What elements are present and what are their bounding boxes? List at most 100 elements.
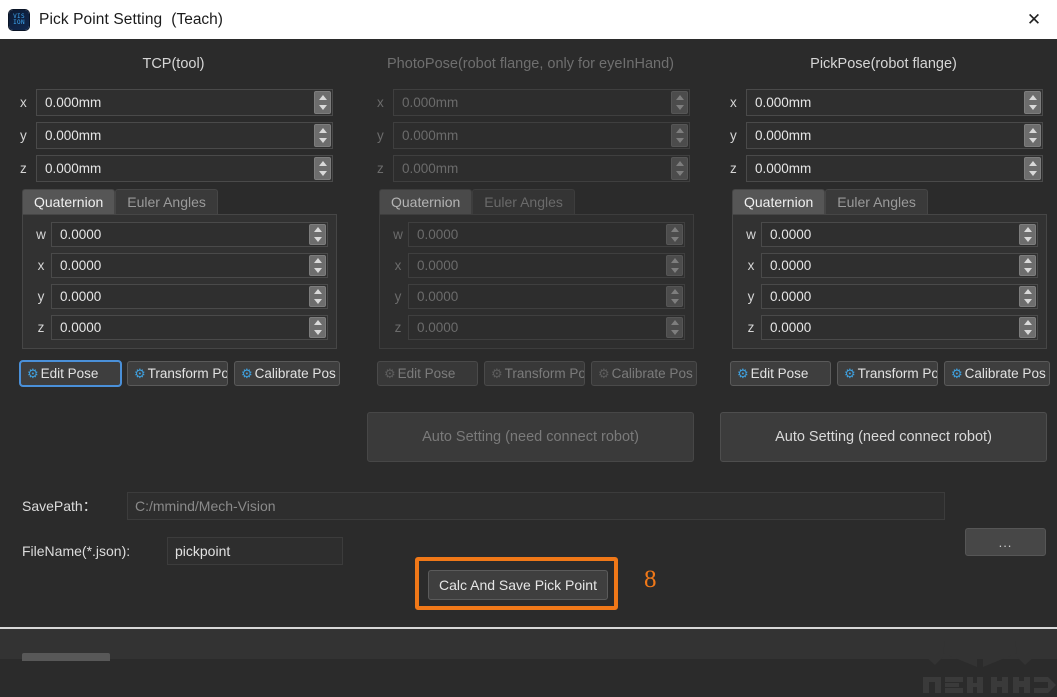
pickpose-auto-setting-button[interactable]: Auto Setting (need connect robot) — [720, 412, 1047, 462]
tcp-transform-pose-button[interactable]: ⚙ Transform Pos — [127, 361, 228, 386]
stepper-down-icon[interactable] — [1020, 328, 1035, 338]
titlebar: VIS ION Pick Point Setting (Teach) ✕ — [0, 0, 1057, 39]
stepper-down-icon[interactable] — [1025, 136, 1040, 147]
stepper-down-icon[interactable] — [315, 103, 330, 114]
stepper-down-icon[interactable] — [1020, 235, 1035, 245]
tcp-q-z-input[interactable]: 0.0000 — [51, 315, 328, 340]
pickpose-calibrate-pose-button[interactable]: ⚙ Calibrate Pos — [944, 361, 1050, 386]
savepath-input[interactable]: C:/mmind/Mech-Vision — [127, 492, 945, 520]
stepper-down-icon[interactable] — [1025, 103, 1040, 114]
stepper-down-icon[interactable] — [315, 136, 330, 147]
tcp-q-w-value: 0.0000 — [52, 227, 101, 242]
stepper-down-icon[interactable] — [310, 328, 325, 338]
photopose-q-w-row: w 0.0000 — [388, 222, 685, 247]
stepper-down-icon[interactable] — [310, 266, 325, 276]
stepper-up-icon[interactable] — [1025, 92, 1040, 103]
pickpose-q-x-label: x — [741, 258, 761, 273]
pickpose-y-label: y — [730, 128, 746, 143]
pickpose-q-y-stepper[interactable] — [1019, 286, 1036, 307]
pickpose-x-input[interactable]: 0.000mm — [746, 89, 1043, 116]
pickpose-q-w-input[interactable]: 0.0000 — [761, 222, 1038, 247]
stepper-down-icon[interactable] — [1020, 297, 1035, 307]
pickpose-q-x-stepper[interactable] — [1019, 255, 1036, 276]
stepper-up-icon[interactable] — [310, 256, 325, 266]
stepper-up-icon[interactable] — [1020, 256, 1035, 266]
stepper-up-icon[interactable] — [1025, 158, 1040, 169]
pickpose-q-z-value: 0.0000 — [762, 320, 811, 335]
close-icon[interactable]: ✕ — [1011, 0, 1057, 39]
stepper-down-icon[interactable] — [310, 297, 325, 307]
tcp-y-input[interactable]: 0.000mm — [36, 122, 333, 149]
tcp-x-value: 0.000mm — [37, 95, 101, 110]
pickpose-q-y-label: y — [741, 289, 761, 304]
photopose-q-y-label: y — [388, 289, 408, 304]
photopose-y-stepper — [671, 124, 688, 147]
pickpose-z-input[interactable]: 0.000mm — [746, 155, 1043, 182]
stepper-up-icon — [667, 318, 682, 328]
tcp-q-w-input[interactable]: 0.0000 — [51, 222, 328, 247]
stepper-up-icon[interactable] — [310, 225, 325, 235]
tcp-z-input[interactable]: 0.000mm — [36, 155, 333, 182]
tcp-q-y-stepper[interactable] — [309, 286, 326, 307]
tcp-q-y-row: y 0.0000 — [31, 284, 328, 309]
stepper-up-icon[interactable] — [1020, 318, 1035, 328]
tcp-q-w-label: w — [31, 227, 51, 242]
tcp-q-z-stepper[interactable] — [309, 317, 326, 338]
photopose-calibrate-pose-button: ⚙ Calibrate Pos — [591, 361, 697, 386]
window-title: Pick Point Setting — [39, 11, 162, 29]
tab-quaternion[interactable]: Quaternion — [22, 189, 115, 214]
tab-euler-angles[interactable]: Euler Angles — [825, 189, 928, 214]
pickpose-y-input[interactable]: 0.000mm — [746, 122, 1043, 149]
pickpose-q-z-stepper[interactable] — [1019, 317, 1036, 338]
tcp-q-x-input[interactable]: 0.0000 — [51, 253, 328, 278]
tcp-q-y-input[interactable]: 0.0000 — [51, 284, 328, 309]
pickpose-quaternion-pane: w 0.0000 x 0.0000 — [732, 214, 1047, 349]
tcp-z-row: z 0.000mm — [0, 155, 347, 182]
tcp-x-stepper[interactable] — [314, 91, 331, 114]
stepper-down-icon — [667, 235, 682, 245]
pickpose-pose-buttons: ⚙ Edit Pose ⚙ Transform Pos ⚙ Calibrate … — [730, 361, 1057, 386]
pickpose-y-stepper[interactable] — [1024, 124, 1041, 147]
tcp-calibrate-pose-button[interactable]: ⚙ Calibrate Pos — [234, 361, 340, 386]
stepper-down-icon[interactable] — [1020, 266, 1035, 276]
photopose-edit-pose-label: Edit Pose — [398, 366, 456, 381]
stepper-up-icon[interactable] — [1025, 125, 1040, 136]
stepper-up-icon[interactable] — [315, 158, 330, 169]
pickpose-q-x-input[interactable]: 0.0000 — [761, 253, 1038, 278]
stepper-up-icon[interactable] — [315, 92, 330, 103]
tcp-edit-pose-button[interactable]: ⚙ Edit Pose — [20, 361, 121, 386]
stepper-up-icon[interactable] — [310, 318, 325, 328]
pickpose-transform-pose-button[interactable]: ⚙ Transform Pos — [837, 361, 938, 386]
tcp-q-w-stepper[interactable] — [309, 224, 326, 245]
tcp-edit-pose-label: Edit Pose — [41, 366, 99, 381]
tcp-y-value: 0.000mm — [37, 128, 101, 143]
pickpose-edit-pose-button[interactable]: ⚙ Edit Pose — [730, 361, 831, 386]
pickpose-q-w-stepper[interactable] — [1019, 224, 1036, 245]
photopose-q-z-label: z — [388, 320, 408, 335]
tcp-x-input[interactable]: 0.000mm — [36, 89, 333, 116]
tcp-y-stepper[interactable] — [314, 124, 331, 147]
stepper-up-icon[interactable] — [315, 125, 330, 136]
stepper-down-icon[interactable] — [1025, 169, 1040, 180]
tab-quaternion[interactable]: Quaternion — [732, 189, 825, 214]
tcp-q-x-stepper[interactable] — [309, 255, 326, 276]
tab-euler-angles[interactable]: Euler Angles — [115, 189, 218, 214]
photopose-position-group: x 0.000mm y 0.000mm — [357, 89, 704, 182]
tcp-q-w-row: w 0.0000 — [31, 222, 328, 247]
photopose-quaternion-pane: w 0.0000 x 0.0000 — [379, 214, 694, 349]
pickpose-q-y-input[interactable]: 0.0000 — [761, 284, 1038, 309]
pickpose-z-stepper[interactable] — [1024, 157, 1041, 180]
stepper-down-icon[interactable] — [310, 235, 325, 245]
photopose-x-row: x 0.000mm — [357, 89, 704, 116]
stepper-up-icon[interactable] — [310, 287, 325, 297]
stepper-up-icon[interactable] — [1020, 287, 1035, 297]
pickpose-q-z-input[interactable]: 0.0000 — [761, 315, 1038, 340]
filename-input[interactable]: pickpoint — [167, 537, 343, 565]
photopose-q-x-stepper — [666, 255, 683, 276]
stepper-up-icon[interactable] — [1020, 225, 1035, 235]
stepper-down-icon[interactable] — [315, 169, 330, 180]
stepper-up-icon — [667, 287, 682, 297]
pickpose-x-stepper[interactable] — [1024, 91, 1041, 114]
calc-and-save-pick-point-button[interactable]: Calc And Save Pick Point — [428, 570, 608, 600]
tcp-z-stepper[interactable] — [314, 157, 331, 180]
